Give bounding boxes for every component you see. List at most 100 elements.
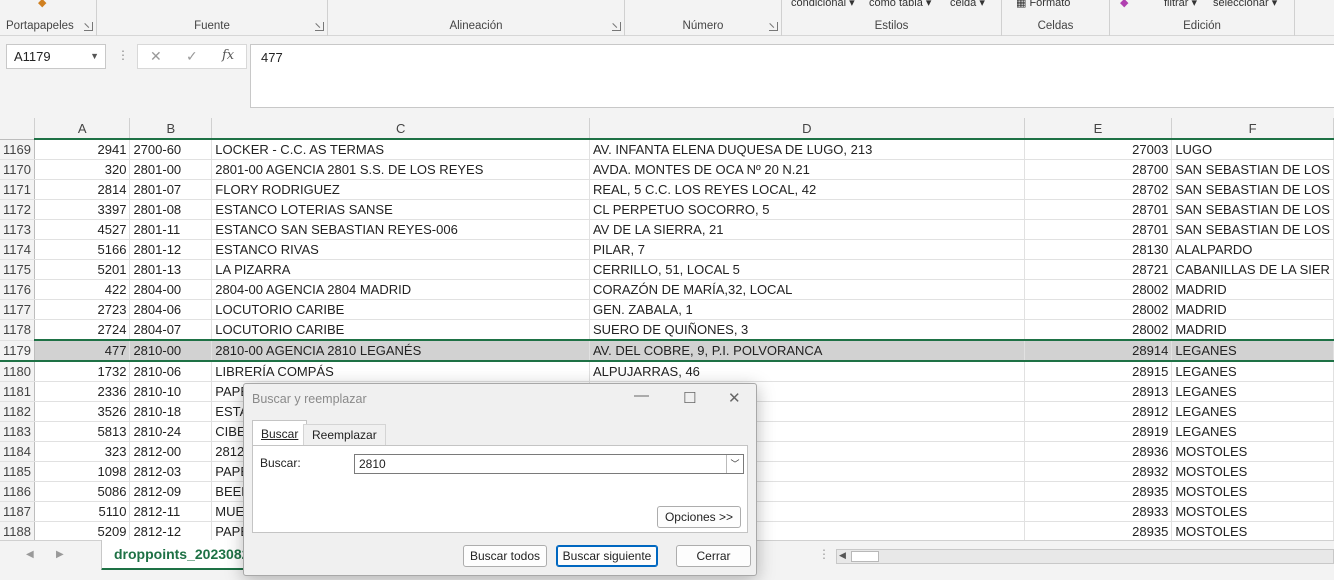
cell-d[interactable]: AVDA. MONTES DE OCA Nº 20 N.21 [589, 159, 1025, 180]
scrollbar-thumb[interactable] [851, 551, 879, 562]
cell-b[interactable]: 2810-10 [129, 381, 213, 402]
cell-b[interactable]: 2810-00 [129, 339, 213, 362]
cell-e[interactable]: 28002 [1024, 279, 1173, 300]
cell-e[interactable]: 28701 [1024, 219, 1173, 240]
row-header[interactable]: 1187 [0, 501, 35, 522]
row-header[interactable]: 1169 [0, 139, 35, 160]
column-header-d[interactable]: D [589, 118, 1025, 140]
close-icon[interactable]: ✕ [728, 389, 741, 407]
cell-a[interactable]: 1098 [34, 461, 131, 482]
row-header[interactable]: 1179 [0, 340, 35, 362]
cell-a[interactable]: 5813 [34, 421, 131, 442]
cell-f[interactable]: MOSTOLES [1171, 441, 1334, 462]
cell-a[interactable]: 4527 [34, 219, 131, 240]
cell-f[interactable]: SAN SEBASTIAN DE LOS [1171, 199, 1334, 220]
cell-d[interactable]: REAL, 5 C.C. LOS REYES LOCAL, 42 [589, 179, 1025, 200]
tab-find[interactable]: Buscar [252, 420, 308, 446]
cell-e[interactable]: 28919 [1024, 421, 1173, 442]
select-all-corner[interactable] [0, 118, 35, 140]
cell-f[interactable]: SAN SEBASTIAN DE LOS [1171, 159, 1334, 180]
row-header[interactable]: 1184 [0, 441, 35, 462]
cell-f[interactable]: LEGANES [1171, 361, 1334, 382]
cell-c[interactable]: FLORY RODRIGUEZ [211, 179, 590, 200]
cell-e[interactable]: 27003 [1024, 138, 1173, 160]
cell-b[interactable]: 2804-00 [129, 279, 213, 300]
row-header[interactable]: 1181 [0, 381, 35, 402]
cell-b[interactable]: 2804-06 [129, 299, 213, 320]
prev-sheet-icon[interactable]: ◀ [26, 549, 34, 560]
cell-c[interactable]: LOCKER - C.C. AS TERMAS [211, 138, 590, 160]
cell-e[interactable]: 28912 [1024, 401, 1173, 422]
cell-d[interactable]: CERRILLO, 51, LOCAL 5 [589, 259, 1025, 280]
cell-a[interactable]: 2723 [34, 299, 131, 320]
cell-c[interactable]: LA PIZARRA [211, 259, 590, 280]
row-header[interactable]: 1185 [0, 461, 35, 482]
row-header[interactable]: 1173 [0, 219, 35, 240]
row-header[interactable]: 1180 [0, 361, 35, 382]
next-sheet-icon[interactable]: ▶ [56, 549, 64, 560]
cell-a[interactable]: 2941 [34, 138, 131, 160]
scroll-left-icon[interactable]: ◀ [839, 550, 846, 561]
clear-icon[interactable]: ◆ [1120, 0, 1128, 9]
cell-a[interactable]: 320 [34, 159, 131, 180]
cell-c[interactable]: ESTANCO LOTERIAS SANSE [211, 199, 590, 220]
cell-a[interactable]: 5110 [34, 501, 131, 522]
cell-b[interactable]: 2801-00 [129, 159, 213, 180]
column-header-c[interactable]: C [211, 118, 590, 140]
tab-replace[interactable]: Reemplazar [303, 424, 386, 446]
cell-c[interactable]: 2810-00 AGENCIA 2810 LEGANÉS [211, 339, 590, 362]
cell-c[interactable]: 2801-00 AGENCIA 2801 S.S. DE LOS REYES [211, 159, 590, 180]
cell-a[interactable]: 477 [34, 339, 131, 362]
cell-c[interactable]: 2804-00 AGENCIA 2804 MADRID [211, 279, 590, 300]
enter-check-icon[interactable]: ✓ [186, 48, 198, 65]
column-header-f[interactable]: F [1171, 118, 1334, 140]
cell-e[interactable]: 28002 [1024, 299, 1173, 320]
cell-f[interactable]: SAN SEBASTIAN DE LOS [1171, 179, 1334, 200]
cell-d[interactable]: SUERO DE QUIÑONES, 3 [589, 319, 1025, 341]
format-as-table-button[interactable]: como tabla ▾ [869, 0, 931, 9]
cell-e[interactable]: 28936 [1024, 441, 1173, 462]
cell-c[interactable]: ESTANCO SAN SEBASTIAN REYES-006 [211, 219, 590, 240]
cell-f[interactable]: SAN SEBASTIAN DE LOS [1171, 219, 1334, 240]
cell-e[interactable]: 28130 [1024, 239, 1173, 260]
cell-e[interactable]: 28932 [1024, 461, 1173, 482]
cell-e[interactable]: 28002 [1024, 319, 1173, 341]
cell-a[interactable]: 2724 [34, 319, 131, 341]
cell-b[interactable]: 2810-06 [129, 361, 213, 382]
cell-a[interactable]: 3397 [34, 199, 131, 220]
cell-e[interactable]: 28935 [1024, 521, 1173, 540]
cell-a[interactable]: 2814 [34, 179, 131, 200]
row-header[interactable]: 1171 [0, 179, 35, 200]
cell-f[interactable]: LUGO [1171, 138, 1334, 160]
close-button[interactable]: Cerrar [676, 545, 751, 567]
row-header[interactable]: 1182 [0, 401, 35, 422]
cell-f[interactable]: MOSTOLES [1171, 481, 1334, 502]
row-header[interactable]: 1183 [0, 421, 35, 442]
find-input[interactable]: 2810 ﹀ [354, 454, 744, 474]
cell-f[interactable]: MADRID [1171, 299, 1334, 320]
dialog-launcher-icon[interactable] [769, 22, 778, 31]
cell-f[interactable]: MOSTOLES [1171, 501, 1334, 522]
cell-f[interactable]: LEGANES [1171, 381, 1334, 402]
row-header[interactable]: 1175 [0, 259, 35, 280]
cell-f[interactable]: LEGANES [1171, 401, 1334, 422]
column-header-b[interactable]: B [129, 118, 213, 140]
cell-d[interactable]: PILAR, 7 [589, 239, 1025, 260]
format-cells-button[interactable]: ▦ Formato [1016, 0, 1070, 9]
cell-b[interactable]: 2801-08 [129, 199, 213, 220]
cell-a[interactable]: 5166 [34, 239, 131, 260]
cell-b[interactable]: 2810-18 [129, 401, 213, 422]
cell-d[interactable]: CL PERPETUO SOCORRO, 5 [589, 199, 1025, 220]
cell-e[interactable]: 28935 [1024, 481, 1173, 502]
cell-f[interactable]: MOSTOLES [1171, 461, 1334, 482]
cell-f[interactable]: MADRID [1171, 319, 1334, 341]
chevron-down-icon[interactable]: ▼ [90, 51, 99, 61]
cell-b[interactable]: 2801-11 [129, 219, 213, 240]
find-select-button[interactable]: seleccionar ▾ [1213, 0, 1277, 9]
row-header[interactable]: 1176 [0, 279, 35, 300]
find-all-button[interactable]: Buscar todos [463, 545, 547, 567]
cell-e[interactable]: 28913 [1024, 381, 1173, 402]
cell-c[interactable]: LOCUTORIO CARIBE [211, 299, 590, 320]
cell-d[interactable]: ALPUJARRAS, 46 [589, 361, 1025, 382]
insert-function-icon[interactable]: fx [222, 48, 234, 63]
